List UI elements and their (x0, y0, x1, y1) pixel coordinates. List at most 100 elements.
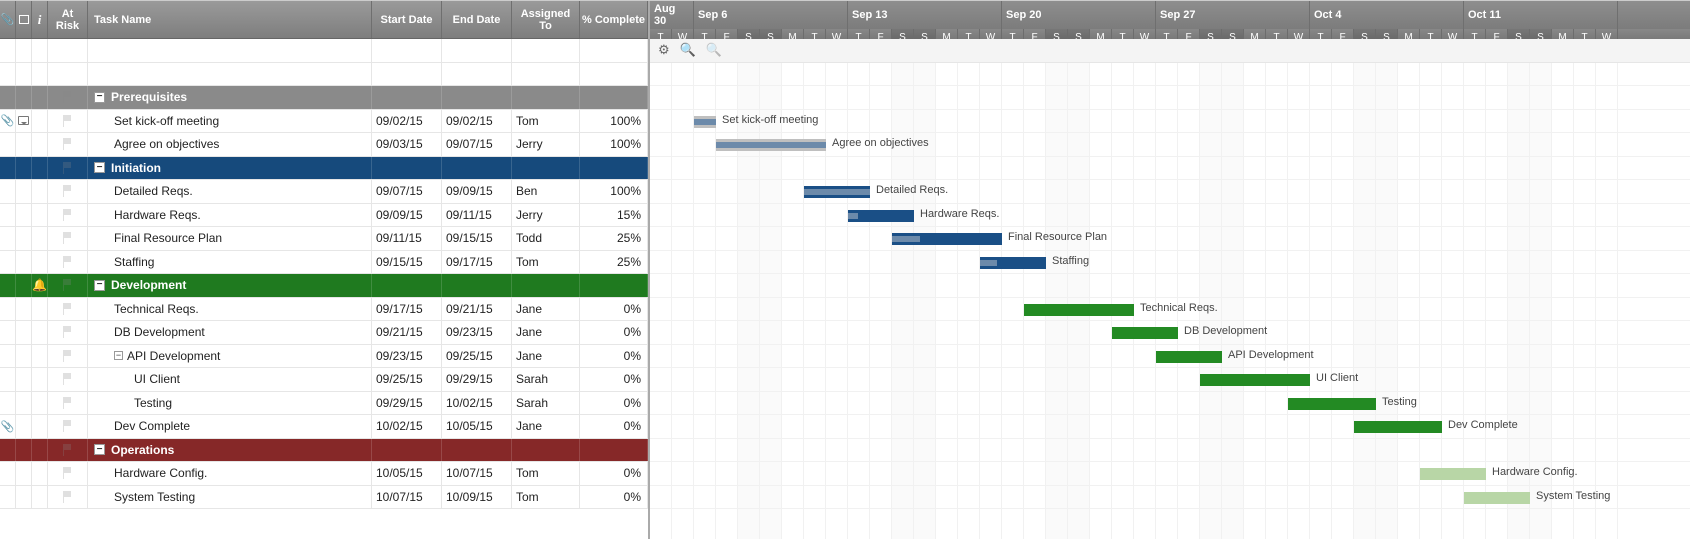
cell-start[interactable]: 09/21/15 (372, 321, 442, 344)
cell-pct[interactable] (580, 39, 648, 62)
cell-pct[interactable] (580, 63, 648, 86)
cell-task[interactable]: Set kick-off meeting (88, 110, 372, 133)
table-row[interactable]: UI Client09/25/1509/29/15Sarah0% (0, 368, 648, 392)
cell-start[interactable] (372, 86, 442, 109)
zoom-in-icon[interactable]: 🔍 (706, 42, 722, 58)
cell-end[interactable] (442, 439, 512, 462)
cell-atrisk[interactable] (48, 321, 88, 344)
cell-task[interactable]: DB Development (88, 321, 372, 344)
cell-start[interactable]: 09/02/15 (372, 110, 442, 133)
timeline-week[interactable]: Sep 13 (848, 1, 1002, 29)
cell-pct[interactable]: 0% (580, 321, 648, 344)
cell-assigned[interactable]: Sarah (512, 368, 580, 391)
cell-start[interactable]: 10/07/15 (372, 486, 442, 509)
cell-task[interactable]: −API Development (88, 345, 372, 368)
table-row[interactable]: Final Resource Plan09/11/1509/15/15Todd2… (0, 227, 648, 251)
col-start[interactable]: Start Date (372, 1, 442, 38)
cell-assigned[interactable]: Jane (512, 345, 580, 368)
cell-pct[interactable]: 0% (580, 415, 648, 438)
gantt-bar[interactable] (1156, 351, 1222, 363)
table-row[interactable] (0, 39, 648, 63)
cell-assigned[interactable]: Jerry (512, 133, 580, 156)
cell-end[interactable]: 09/23/15 (442, 321, 512, 344)
cell-start[interactable]: 09/11/15 (372, 227, 442, 250)
gantt-bar[interactable] (1420, 468, 1486, 480)
timeline-row[interactable]: Detailed Reqs. (650, 180, 1690, 204)
cell-atrisk[interactable] (48, 39, 88, 62)
cell-end[interactable]: 09/09/15 (442, 180, 512, 203)
cell-atrisk[interactable] (48, 227, 88, 250)
cell-pct[interactable]: 0% (580, 462, 648, 485)
cell-task[interactable]: −Development (88, 274, 372, 297)
cell-task[interactable]: Staffing (88, 251, 372, 274)
timeline-week[interactable]: Sep 6 (694, 1, 848, 29)
timeline-row[interactable]: API Development (650, 345, 1690, 369)
cell-atrisk[interactable] (48, 204, 88, 227)
cell-atrisk[interactable] (48, 110, 88, 133)
cell-end[interactable]: 09/07/15 (442, 133, 512, 156)
table-row[interactable]: System Testing10/07/1510/09/15Tom0% (0, 486, 648, 510)
cell-assigned[interactable]: Jerry (512, 204, 580, 227)
section-row[interactable]: −Initiation (0, 157, 648, 181)
col-comment[interactable] (16, 1, 32, 38)
table-row[interactable]: −API Development09/23/1509/25/15Jane0% (0, 345, 648, 369)
cell-assigned[interactable]: Ben (512, 180, 580, 203)
collapse-icon[interactable]: − (114, 351, 123, 360)
gantt-bar[interactable] (1200, 374, 1310, 386)
cell-assigned[interactable]: Jane (512, 298, 580, 321)
cell-assigned[interactable] (512, 39, 580, 62)
table-row[interactable]: 📎Dev Complete10/02/1510/05/15Jane0% (0, 415, 648, 439)
cell-start[interactable]: 09/17/15 (372, 298, 442, 321)
cell-assigned[interactable] (512, 86, 580, 109)
cell-task[interactable]: Dev Complete (88, 415, 372, 438)
cell-atrisk[interactable] (48, 345, 88, 368)
cell-atrisk[interactable] (48, 368, 88, 391)
cell-pct[interactable]: 25% (580, 227, 648, 250)
cell-start[interactable] (372, 63, 442, 86)
cell-atrisk[interactable] (48, 63, 88, 86)
collapse-icon[interactable]: − (94, 162, 105, 173)
cell-atrisk[interactable] (48, 392, 88, 415)
cell-end[interactable]: 09/11/15 (442, 204, 512, 227)
cell-pct[interactable] (580, 86, 648, 109)
cell-atrisk[interactable] (48, 415, 88, 438)
cell-pct[interactable]: 0% (580, 345, 648, 368)
gantt-bar[interactable] (1354, 421, 1442, 433)
cell-task[interactable]: −Initiation (88, 157, 372, 180)
section-row[interactable]: −Prerequisites (0, 86, 648, 110)
cell-start[interactable]: 09/23/15 (372, 345, 442, 368)
cell-task[interactable]: UI Client (88, 368, 372, 391)
timeline-row[interactable]: UI Client (650, 368, 1690, 392)
cell-assigned[interactable]: Tom (512, 486, 580, 509)
cell-start[interactable]: 09/03/15 (372, 133, 442, 156)
cell-pct[interactable]: 100% (580, 180, 648, 203)
cell-end[interactable] (442, 274, 512, 297)
gantt-bar[interactable] (1288, 398, 1376, 410)
cell-end[interactable]: 09/25/15 (442, 345, 512, 368)
col-taskname[interactable]: Task Name (88, 1, 372, 38)
timeline-week[interactable]: Aug 30 (650, 1, 694, 29)
cell-assigned[interactable]: Todd (512, 227, 580, 250)
gantt-bar[interactable] (804, 186, 870, 198)
cell-assigned[interactable]: Tom (512, 462, 580, 485)
table-row[interactable]: Testing09/29/1510/02/15Sarah0% (0, 392, 648, 416)
cell-end[interactable]: 10/07/15 (442, 462, 512, 485)
cell-end[interactable]: 10/02/15 (442, 392, 512, 415)
cell-assigned[interactable] (512, 63, 580, 86)
cell-start[interactable]: 09/09/15 (372, 204, 442, 227)
cell-assigned[interactable]: Jane (512, 415, 580, 438)
cell-start[interactable]: 10/05/15 (372, 462, 442, 485)
cell-pct[interactable] (580, 439, 648, 462)
collapse-icon[interactable]: − (94, 92, 105, 103)
timeline-row[interactable]: DB Development (650, 321, 1690, 345)
timeline-row[interactable]: Testing (650, 392, 1690, 416)
timeline-row[interactable]: Technical Reqs. (650, 298, 1690, 322)
cell-start[interactable] (372, 157, 442, 180)
section-row[interactable]: −Operations (0, 439, 648, 463)
col-end[interactable]: End Date (442, 1, 512, 38)
col-info[interactable]: i (32, 1, 48, 38)
cell-pct[interactable] (580, 157, 648, 180)
cell-start[interactable]: 10/02/15 (372, 415, 442, 438)
col-pct[interactable]: % Complete (580, 1, 648, 38)
cell-pct[interactable]: 25% (580, 251, 648, 274)
